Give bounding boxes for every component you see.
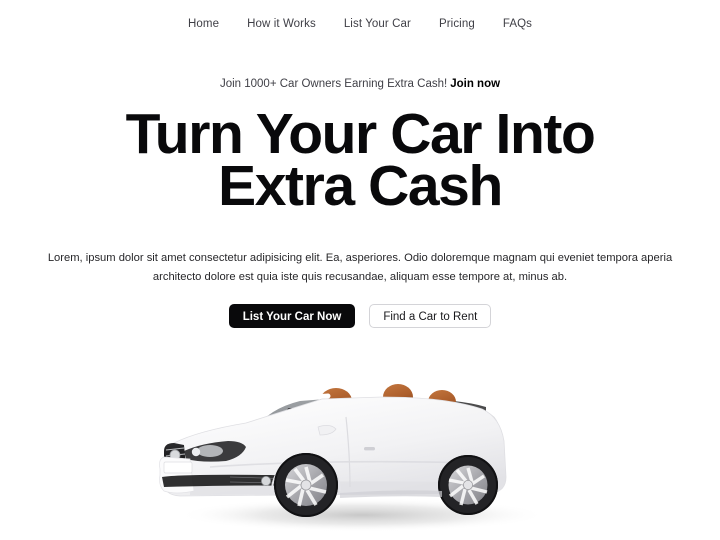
nav-item-home[interactable]: Home (188, 18, 219, 30)
car-front-wheel (274, 453, 338, 517)
license-plate (163, 461, 193, 474)
hero-car-illustration (0, 355, 720, 540)
nav-item-pricing[interactable]: Pricing (439, 18, 475, 30)
headlight-lens-icon (197, 445, 223, 457)
hero-cta-group: List Your Car Now Find a Car to Rent (0, 304, 720, 328)
convertible-car-icon (159, 384, 547, 532)
find-a-car-to-rent-button[interactable]: Find a Car to Rent (369, 304, 492, 328)
landing-page: Home How it Works List Your Car Pricing … (0, 0, 720, 540)
main-navigation: Home How it Works List Your Car Pricing … (0, 0, 720, 46)
car-door-handle (364, 447, 375, 451)
nav-item-list-your-car[interactable]: List Your Car (344, 18, 411, 30)
hero-title: Turn Your Car Into Extra Cash (0, 102, 720, 218)
announcement-banner: Join 1000+ Car Owners Earning Extra Cash… (0, 78, 720, 90)
announcement-join-now-link[interactable]: Join now (450, 78, 500, 90)
car-rear-wheel (438, 455, 498, 515)
hero-title-line-2: Extra Cash (218, 154, 503, 218)
nav-list: Home How it Works List Your Car Pricing … (188, 14, 532, 32)
list-your-car-now-button[interactable]: List Your Car Now (228, 304, 356, 328)
announcement-text: Join 1000+ Car Owners Earning Extra Cash… (219, 78, 448, 90)
nav-item-how-it-works[interactable]: How it Works (247, 18, 316, 30)
hero-title-line-1: Turn Your Car Into (125, 102, 596, 166)
fog-light-icon (261, 476, 272, 487)
headlight-projector-icon (191, 447, 201, 457)
nav-item-faqs[interactable]: FAQs (503, 18, 532, 30)
hero-description: Lorem, ipsum dolor sit amet consectetur … (47, 252, 673, 283)
